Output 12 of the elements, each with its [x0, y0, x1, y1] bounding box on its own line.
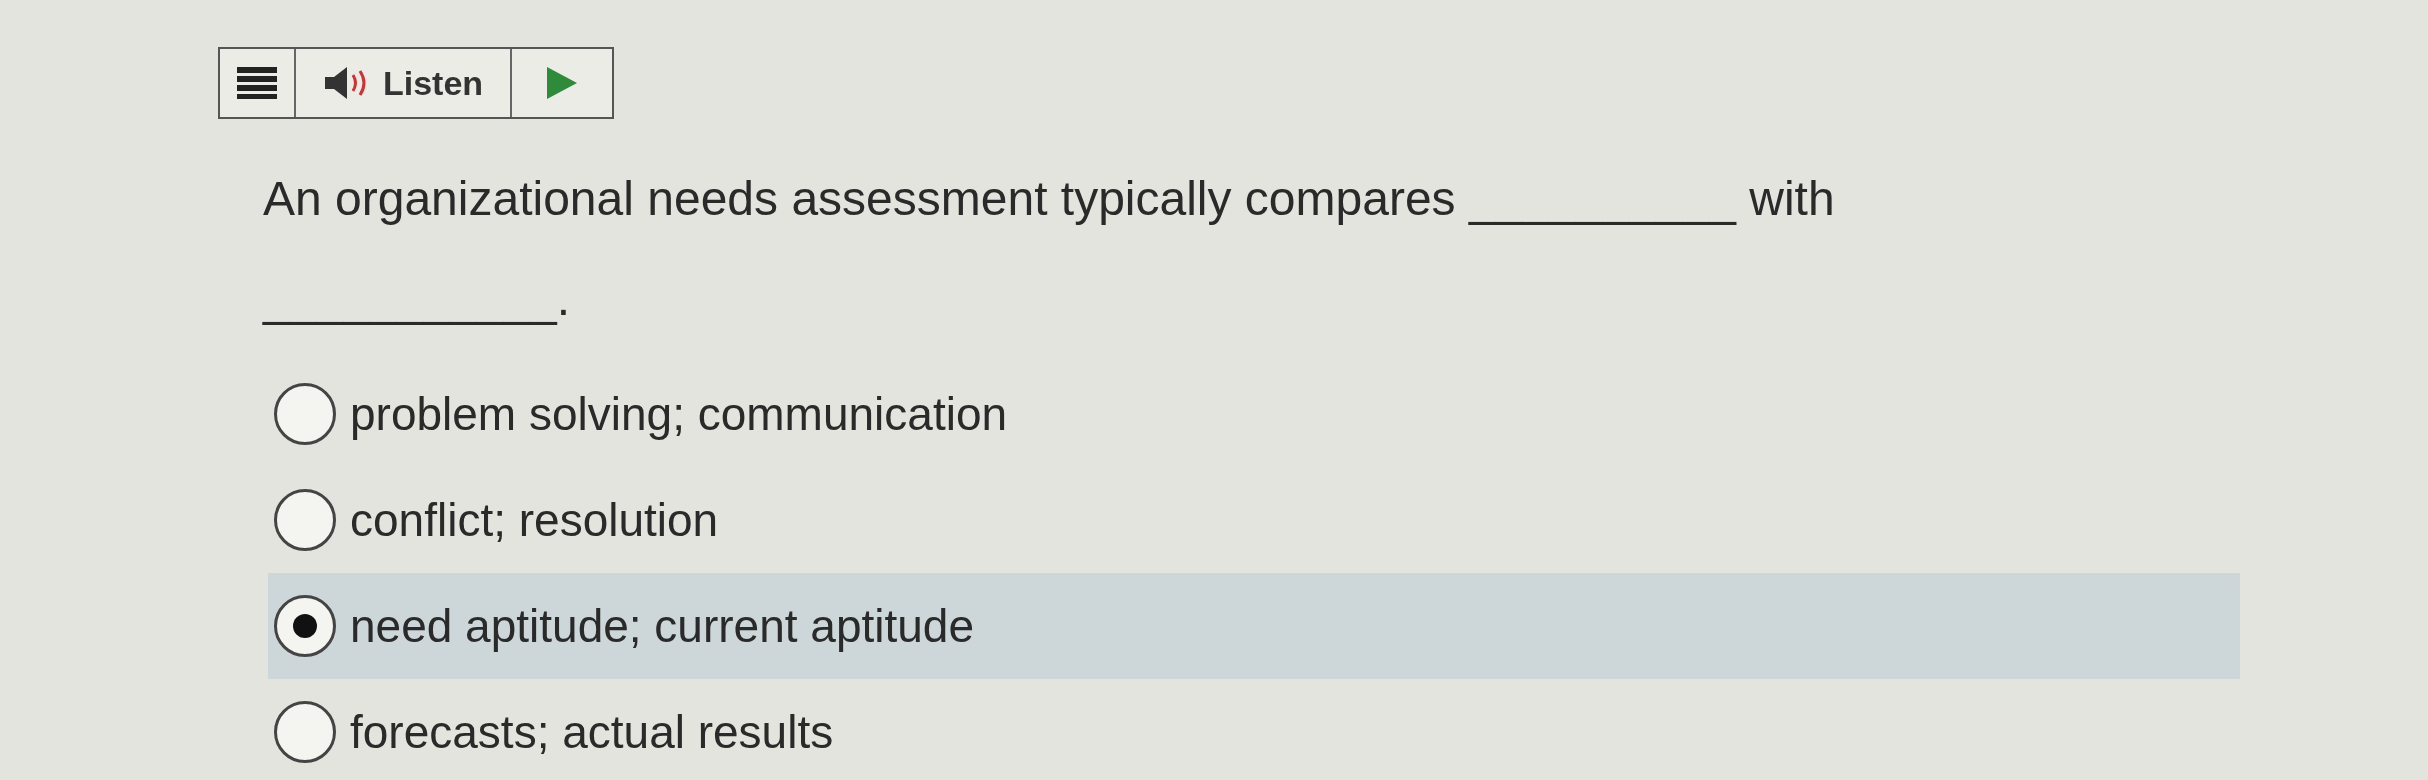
- option-label: forecasts; actual results: [350, 704, 834, 760]
- menu-icon: [237, 67, 277, 99]
- answer-option[interactable]: need aptitude; current aptitude: [268, 573, 2240, 679]
- question-text: An organizational needs assessment typically compares __________ with ___________.: [263, 171, 1836, 327]
- answer-option[interactable]: forecasts; actual results: [268, 679, 2240, 780]
- answer-option[interactable]: conflict; resolution: [268, 467, 2240, 573]
- option-label: problem solving; communication: [350, 386, 1008, 442]
- listen-button[interactable]: Listen: [296, 49, 512, 117]
- option-label: conflict; resolution: [350, 492, 719, 548]
- play-icon: [547, 67, 577, 99]
- answer-option[interactable]: problem solving; communication: [268, 361, 2240, 467]
- option-label: need aptitude; current aptitude: [350, 598, 974, 654]
